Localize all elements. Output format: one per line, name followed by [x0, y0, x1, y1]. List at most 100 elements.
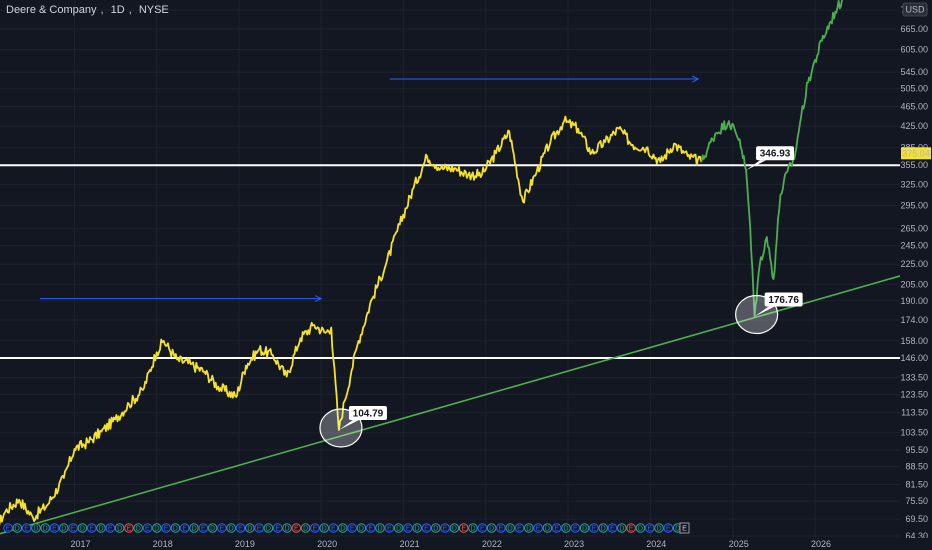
price-chart[interactable]: 104.79176.76346.93 EDEDDEDEDEDEDEDEDEDED… — [0, 0, 932, 550]
event-label-10: D — [98, 526, 103, 533]
event-label-13: E — [127, 526, 132, 533]
event-label-70: D — [656, 526, 661, 533]
event-label-32: D — [303, 526, 308, 533]
price-tick-18: 146.00 — [900, 353, 928, 363]
price-tick-5: 465.00 — [900, 102, 928, 112]
event-label-1: D — [15, 526, 20, 533]
event-label-20: D — [191, 526, 196, 533]
event-label-24: D — [229, 526, 234, 533]
event-label-67: E — [629, 526, 634, 533]
time-tick-3: 2020 — [317, 539, 337, 549]
price-tick-20: 123.50 — [900, 389, 928, 399]
price-tick-4: 505.00 — [900, 84, 928, 94]
annotation-label-1: 176.76 — [768, 295, 799, 306]
price-tick-23: 95.50 — [905, 445, 928, 455]
price-tick-16: 174.00 — [900, 315, 928, 325]
title-sep-2: , — [128, 4, 132, 16]
time-tick-0: 2017 — [70, 539, 90, 549]
price-tick-2: 605.00 — [900, 45, 928, 55]
price-tick-21: 113.50 — [901, 408, 928, 418]
price-tick-17: 158.00 — [900, 336, 928, 346]
price-tick-15: 190.00 — [900, 296, 928, 306]
last-price-tag-label: 375.04 — [902, 148, 930, 158]
event-label-28: D — [266, 526, 271, 533]
price-tick-10: 295.00 — [900, 200, 928, 210]
projection-arrows — [39, 75, 700, 303]
event-label-46: D — [433, 526, 438, 533]
price-tick-6: 425.00 — [900, 121, 928, 131]
event-label-14: D — [136, 526, 141, 533]
event-label-16: D — [154, 526, 159, 533]
interval-label: 1D — [110, 4, 125, 16]
event-label-52: D — [489, 526, 494, 533]
time-axis[interactable]: 2017 2018 2019 2020 2021 2022 2023 2024 2025 2026 — [0, 538, 932, 550]
event-label-40: D — [377, 526, 382, 533]
time-tick-7: 2024 — [646, 539, 666, 549]
event-label-6: D — [61, 526, 66, 533]
event-label-12: D — [117, 526, 122, 533]
event-label-72: D — [675, 526, 680, 533]
annotation-label-0: 104.79 — [353, 409, 384, 420]
symbol-title[interactable]: Deere & Company, 1D, NYSE — [6, 4, 173, 16]
event-label-29: E — [275, 526, 280, 533]
event-label-42: D — [396, 526, 401, 533]
event-label-19: E — [182, 526, 187, 533]
event-label-23: E — [220, 526, 225, 533]
price-tick-9: 325.00 — [900, 179, 928, 189]
event-label-26: D — [247, 526, 252, 533]
event-label-34: D — [322, 526, 327, 533]
price-tick-25: 81.50 — [905, 480, 928, 490]
event-label-31: E — [294, 526, 299, 533]
event-label-50: D — [470, 526, 475, 533]
event-label-5: E — [52, 526, 57, 533]
event-label-62: D — [582, 526, 587, 533]
exchange-label: NYSE — [138, 4, 169, 16]
time-tick-6: 2023 — [564, 539, 584, 549]
event-label-22: D — [210, 526, 215, 533]
price-tick-13: 225.00 — [900, 259, 928, 269]
time-tick-8: 2025 — [729, 539, 749, 549]
event-label-11: E — [108, 526, 113, 533]
event-label-35: E — [331, 526, 336, 533]
event-label-43: E — [406, 526, 411, 533]
price-tick-14: 205.00 — [900, 279, 928, 289]
price-tick-22: 103.50 — [900, 428, 928, 438]
chart-grid — [0, 0, 900, 538]
price-tick-12: 245.00 — [900, 241, 928, 251]
event-label-45: E — [424, 526, 429, 533]
event-label-2: E — [24, 526, 29, 533]
event-label-9: E — [89, 526, 94, 533]
event-markers: EDEDDEDEDEDEDEDEDEDEDEDEDEDEDEDEDEDEDEDE… — [3, 522, 690, 534]
event-label-17: E — [164, 526, 169, 533]
event-label-63: E — [592, 526, 597, 533]
event-label-3: D — [33, 526, 38, 533]
price-tick-1: 665.00 — [900, 24, 928, 34]
event-label-66: D — [619, 526, 624, 533]
event-label-33: E — [313, 526, 318, 533]
time-tick-9: 2026 — [811, 539, 831, 549]
event-label-59: E — [554, 526, 559, 533]
title-sep-1: , — [100, 4, 104, 16]
event-label-55: E — [517, 526, 522, 533]
trendline-segment — [0, 268, 925, 535]
currency-button-label[interactable]: USD — [905, 5, 925, 15]
event-label-7: E — [71, 526, 76, 533]
price-tick-27: 69.50 — [905, 514, 928, 524]
event-label-0: E — [6, 526, 11, 533]
event-label-61: E — [573, 526, 578, 533]
event-label-47: E — [443, 526, 448, 533]
event-label-37: E — [350, 526, 355, 533]
event-label-56: D — [526, 526, 531, 533]
price-tick-3: 545.00 — [900, 67, 928, 77]
event-label-15: E — [145, 526, 150, 533]
price-axis[interactable]: 725.00665.00605.00545.00505.00465.00425.… — [900, 0, 932, 550]
event-label-68: D — [638, 526, 643, 533]
series-line-history — [0, 115, 703, 527]
event-label-4: D — [43, 526, 48, 533]
highlight-circles — [319, 294, 779, 448]
time-tick-5: 2022 — [482, 539, 502, 549]
event-label-64: D — [601, 526, 606, 533]
annotation-label-2: 346.93 — [760, 149, 791, 160]
event-label-57: E — [536, 526, 541, 533]
event-label-8: D — [80, 526, 85, 533]
